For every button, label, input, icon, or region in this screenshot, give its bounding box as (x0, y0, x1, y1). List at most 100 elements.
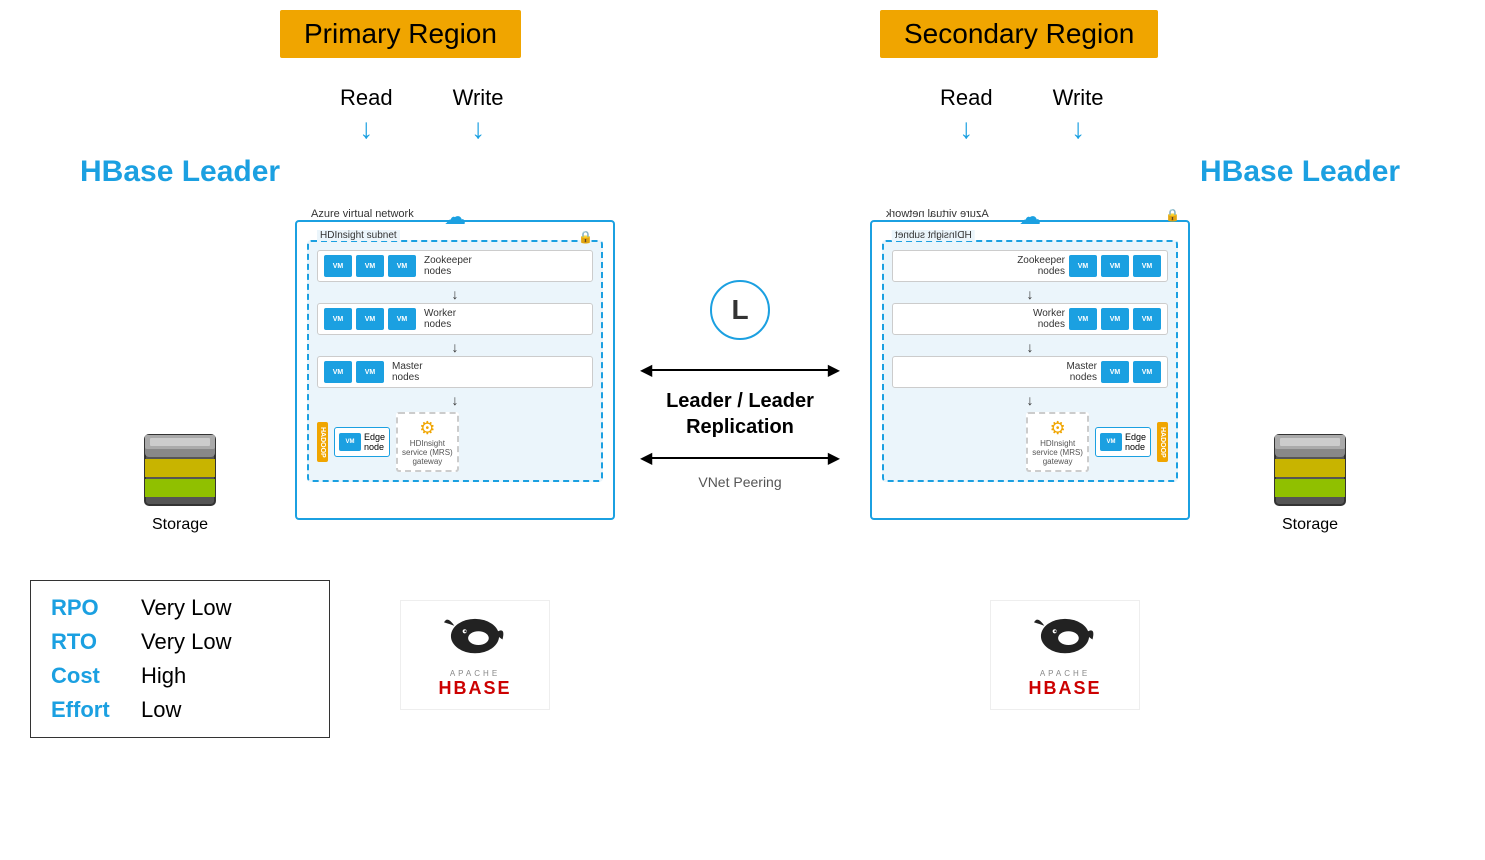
secondary-zk1: VM (1133, 255, 1161, 277)
secondary-zk3: VM (1069, 255, 1097, 277)
primary-mk-arrow: ↓ (317, 392, 593, 408)
metrics-box: RPO Very Low RTO Very Low Cost High Effo… (30, 580, 330, 738)
cost-value: High (141, 663, 186, 689)
primary-gateway-box: ⚙ HDInsightservice (MRS)gateway (396, 412, 459, 472)
primary-hbase-label: HBASE (438, 678, 511, 699)
primary-zk3: VM (388, 255, 416, 277)
secondary-hdinsight-label: HDInsight subnet (892, 230, 975, 241)
cost-key: Cost (51, 663, 121, 689)
secondary-apache-label: APACHE (1040, 669, 1090, 678)
secondary-hbase-label: HBASE (1028, 678, 1101, 699)
primary-wk1: VM (324, 308, 352, 330)
secondary-zk-arrow: ↓ (892, 286, 1168, 302)
primary-wk3: VM (388, 308, 416, 330)
secondary-edge-label: Edgenode (1125, 432, 1146, 452)
secondary-storage-icon (1270, 430, 1350, 510)
primary-region-header: Primary Region (280, 10, 521, 58)
primary-worker-row: VM VM VM Workernodes (317, 303, 593, 335)
secondary-hbase-logo: APACHE HBASE (990, 600, 1140, 710)
secondary-read-arrow: Read ↓ (940, 85, 993, 143)
rto-row: RTO Very Low (51, 625, 309, 659)
primary-storage-icon (140, 430, 220, 510)
primary-read-arrow-icon: ↓ (359, 115, 373, 143)
primary-zk2: VM (356, 255, 384, 277)
secondary-zk2: VM (1101, 255, 1129, 277)
primary-cloud-icon: ☁ (444, 204, 466, 230)
secondary-write-arrow: Write ↓ (1053, 85, 1104, 143)
effort-key: Effort (51, 697, 121, 723)
primary-hdinsight-label: HDInsight subnet (317, 230, 400, 241)
vnet-label: VNet Peering (640, 474, 840, 490)
primary-hdinsight-box: HDInsight subnet 🔒 VM VM VM Zookeepernod… (307, 240, 603, 482)
primary-wk-label: Workernodes (424, 308, 456, 330)
effort-row: Effort Low (51, 693, 309, 727)
secondary-mk1: VM (1133, 361, 1161, 383)
secondary-region-label: Secondary Region (880, 10, 1158, 58)
primary-write-arrow: Write ↓ (453, 85, 504, 143)
primary-orca-icon (440, 612, 510, 667)
secondary-wk2: VM (1101, 308, 1129, 330)
secondary-gateway-label: HDInsightservice (MRS)gateway (1032, 439, 1083, 466)
secondary-wk1: VM (1133, 308, 1161, 330)
secondary-azure-title: Azure virtual network (882, 208, 993, 220)
primary-master-row: VM VM Masternodes (317, 356, 593, 388)
primary-zookeeper-row: VM VM VM Zookeepernodes (317, 250, 593, 282)
secondary-storage-label: Storage (1282, 516, 1338, 534)
secondary-region-header: Secondary Region (880, 10, 1158, 58)
secondary-wk3: VM (1069, 308, 1097, 330)
secondary-hadoop-badge: HADOOP (1157, 422, 1168, 462)
primary-edge-box: VM Edgenode (334, 427, 390, 457)
primary-gateway-icon: ⚙ (402, 418, 453, 439)
primary-region-label: Primary Region (280, 10, 521, 58)
secondary-edge-box: VM Edgenode (1095, 427, 1151, 457)
primary-mk-label: Masternodes (392, 361, 423, 383)
circle-L: L (710, 280, 770, 340)
primary-zk-label: Zookeepernodes (424, 255, 472, 277)
secondary-storage: Storage (1270, 430, 1350, 534)
secondary-rw-arrows: Read ↓ Write ↓ (940, 85, 1104, 143)
secondary-zookeeper-row: VM VM VM Zookeepernodes (892, 250, 1168, 282)
primary-mk2: VM (356, 361, 384, 383)
replication-arrow-top: ◀ ▶ (640, 360, 840, 380)
primary-hadoop-badge: HADOOP (317, 422, 328, 462)
secondary-read-arrow-icon: ↓ (959, 115, 973, 143)
secondary-zk-label: Zookeepernodes (1017, 255, 1065, 277)
secondary-orca-icon (1030, 612, 1100, 667)
secondary-wk-label: Workernodes (1033, 308, 1065, 330)
secondary-master-row: VM VM Masternodes (892, 356, 1168, 388)
primary-gateway-label: HDInsightservice (MRS)gateway (402, 439, 453, 466)
primary-bottom-row: HADOOP VM Edgenode ⚙ HDInsightservice (M… (317, 412, 593, 472)
secondary-worker-row: VM VM VM Workernodes (892, 303, 1168, 335)
secondary-mk2: VM (1101, 361, 1129, 383)
primary-edge-vm: VM (339, 433, 361, 451)
secondary-hbase-leader: HBase Leader (1200, 155, 1400, 189)
primary-mk1: VM (324, 361, 352, 383)
rpo-value: Very Low (141, 595, 232, 621)
secondary-lock-icon: 🔒 (1165, 208, 1180, 222)
primary-storage: Storage (140, 430, 220, 534)
secondary-azure-box: ☁ Azure virtual network 🔒 HDInsight subn… (870, 220, 1190, 520)
primary-zk1: VM (324, 255, 352, 277)
middle-section: L ◀ ▶ Leader / LeaderReplication ◀ ▶ VNe… (640, 280, 840, 490)
main-layout: Primary Region Secondary Region HBase Le… (0, 0, 1485, 860)
primary-hbase-logo: APACHE HBASE (400, 600, 550, 710)
primary-write-arrow-icon: ↓ (471, 115, 485, 143)
primary-zk-arrow: ↓ (317, 286, 593, 302)
circle-L-container: L (640, 280, 840, 340)
secondary-mk-arrow: ↓ (892, 392, 1168, 408)
primary-wk-arrow: ↓ (317, 339, 593, 355)
primary-edge-label: Edgenode (364, 432, 385, 452)
secondary-hdinsight-box: HDInsight subnet VM VM VM Zookeepernodes… (882, 240, 1178, 482)
secondary-wk-arrow: ↓ (892, 339, 1168, 355)
primary-rw-arrows: Read ↓ Write ↓ (340, 85, 504, 143)
effort-value: Low (141, 697, 181, 723)
rpo-key: RPO (51, 595, 121, 621)
secondary-cloud-icon: ☁ (1019, 204, 1041, 230)
rpo-row: RPO Very Low (51, 591, 309, 625)
replication-label: Leader / LeaderReplication (640, 388, 840, 440)
primary-storage-label: Storage (152, 516, 208, 534)
primary-hbase-leader: HBase Leader (80, 155, 280, 189)
vnet-arrow: ◀ ▶ (640, 448, 840, 468)
secondary-edge-vm: VM (1100, 433, 1122, 451)
secondary-gateway-icon: ⚙ (1032, 418, 1083, 439)
